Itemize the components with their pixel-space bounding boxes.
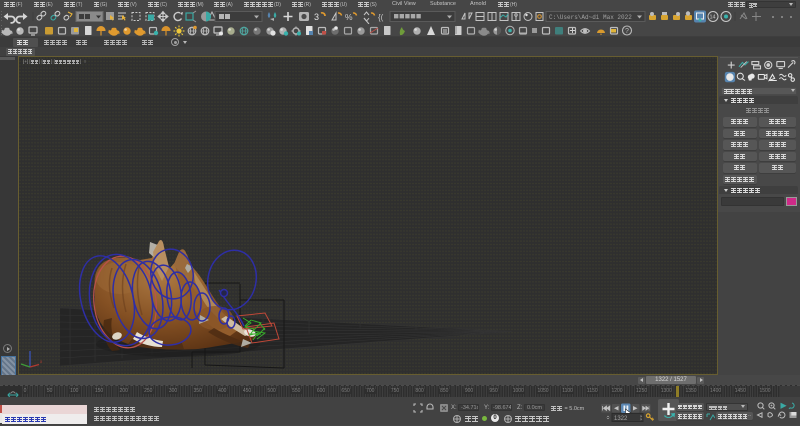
- svg-text:3: 3: [314, 12, 319, 22]
- svg-text:14: 14: [710, 15, 716, 21]
- svg-text:C:\Users\Ad~di Max 2022: C:\Users\Ad~di Max 2022: [549, 14, 632, 21]
- svg-text:y: y: [19, 359, 20, 364]
- svg-text:x: x: [40, 359, 43, 364]
- svg-text:1322: 1322: [614, 416, 628, 422]
- svg-text:%: %: [345, 12, 353, 22]
- svg-text:?: ?: [625, 28, 629, 35]
- svg-text:{(: {(: [378, 13, 384, 22]
